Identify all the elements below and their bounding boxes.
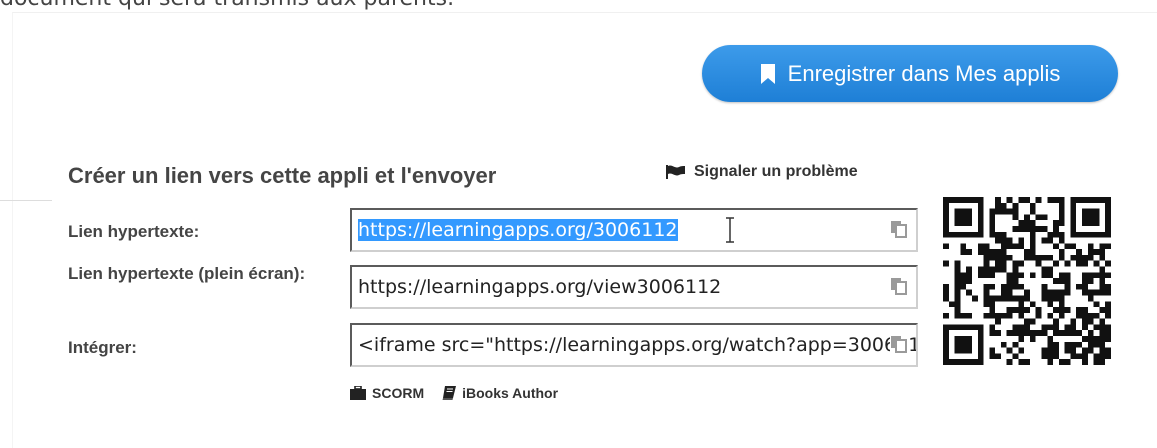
divider: [0, 200, 52, 201]
report-problem-link[interactable]: Signaler un problème: [666, 163, 858, 181]
intro-text: document qui sera transmis aux parents.: [0, 0, 454, 11]
hyperlink-field[interactable]: https://learningapps.org/3006112: [350, 208, 918, 252]
report-problem-label: Signaler un problème: [694, 163, 858, 180]
fullscreen-link-field[interactable]: https://learningapps.org/view3006112: [350, 265, 918, 309]
hyperlink-value: https://learningapps.org/3006112: [358, 219, 678, 241]
embed-code-field[interactable]: <iframe src="https://learningapps.org/wa…: [350, 323, 918, 367]
save-to-my-apps-button[interactable]: Enregistrer dans Mes applis: [702, 45, 1118, 102]
copy-icon[interactable]: [890, 335, 908, 353]
bookmark-icon: [760, 63, 775, 84]
copy-icon[interactable]: [890, 277, 908, 295]
export-links: SCORM iBooks Author: [350, 385, 558, 401]
flag-icon: [666, 165, 685, 179]
save-button-label: Enregistrer dans Mes applis: [787, 60, 1061, 86]
briefcase-icon: [350, 386, 366, 400]
embed-code-value: <iframe src="https://learningapps.org/wa…: [358, 334, 918, 356]
scorm-label: SCORM: [372, 385, 425, 401]
hyperlink-label: Lien hypertexte:: [68, 222, 200, 241]
copy-icon[interactable]: [890, 220, 908, 238]
text-cursor-icon: [726, 217, 734, 243]
share-section-title: Créer un lien vers cette appli et l'envo…: [68, 163, 497, 188]
fullscreen-link-value: https://learningapps.org/view3006112: [358, 276, 722, 298]
ibooks-export-link[interactable]: iBooks Author: [442, 385, 558, 401]
book-icon: [442, 386, 457, 400]
embed-label: Intégrer:: [68, 338, 137, 357]
qr-code-icon: [943, 197, 1111, 365]
fullscreen-link-label: Lien hypertexte (plein écran):: [68, 264, 306, 283]
scorm-export-link[interactable]: SCORM: [350, 385, 424, 401]
ibooks-label: iBooks Author: [462, 385, 559, 401]
